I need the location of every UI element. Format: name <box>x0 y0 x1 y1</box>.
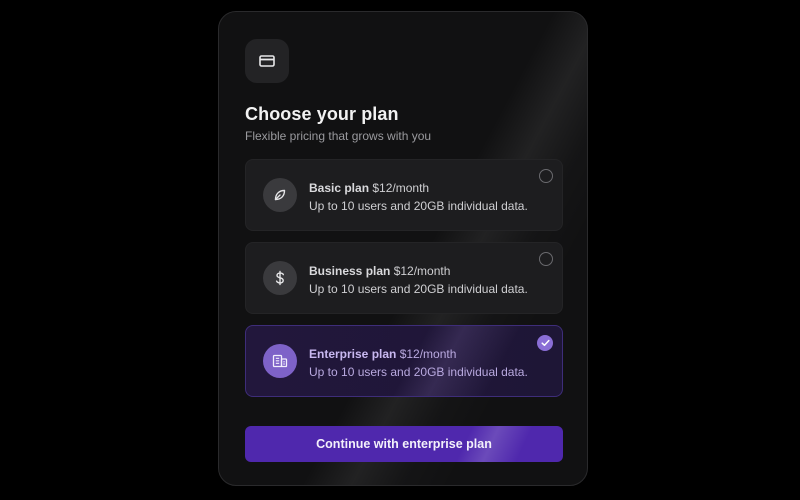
plan-option-enterprise[interactable]: Enterprise plan $12/month Up to 10 users… <box>245 325 563 397</box>
plan-price: $12/month <box>372 181 430 195</box>
plan-name: Enterprise plan <box>309 347 397 361</box>
plan-price: $12/month <box>393 264 451 278</box>
building-icon <box>263 344 297 378</box>
plan-radio-enterprise[interactable] <box>537 335 553 351</box>
plan-list: Basic plan $12/month Up to 10 users and … <box>245 159 563 408</box>
page-subtitle: Flexible pricing that grows with you <box>245 129 432 143</box>
leaf-icon <box>263 178 297 212</box>
plan-radio-basic[interactable] <box>539 169 553 183</box>
credit-card-icon <box>245 39 289 83</box>
page-title: Choose your plan <box>245 104 399 124</box>
plan-description: Up to 10 users and 20GB individual data. <box>309 365 528 379</box>
plan-description: Up to 10 users and 20GB individual data. <box>309 199 528 213</box>
plan-selection-card: Choose your plan Flexible pricing that g… <box>218 11 588 486</box>
plan-radio-business[interactable] <box>539 252 553 266</box>
plan-price: $12/month <box>399 347 457 361</box>
plan-name: Basic plan <box>309 181 370 195</box>
plan-option-business[interactable]: Business plan $12/month Up to 10 users a… <box>245 242 563 314</box>
plan-description: Up to 10 users and 20GB individual data. <box>309 282 528 296</box>
plan-name: Business plan <box>309 264 391 278</box>
continue-button[interactable]: Continue with enterprise plan <box>245 426 563 462</box>
checkmark-icon <box>540 339 550 347</box>
dollar-icon <box>263 261 297 295</box>
plan-option-basic[interactable]: Basic plan $12/month Up to 10 users and … <box>245 159 563 231</box>
